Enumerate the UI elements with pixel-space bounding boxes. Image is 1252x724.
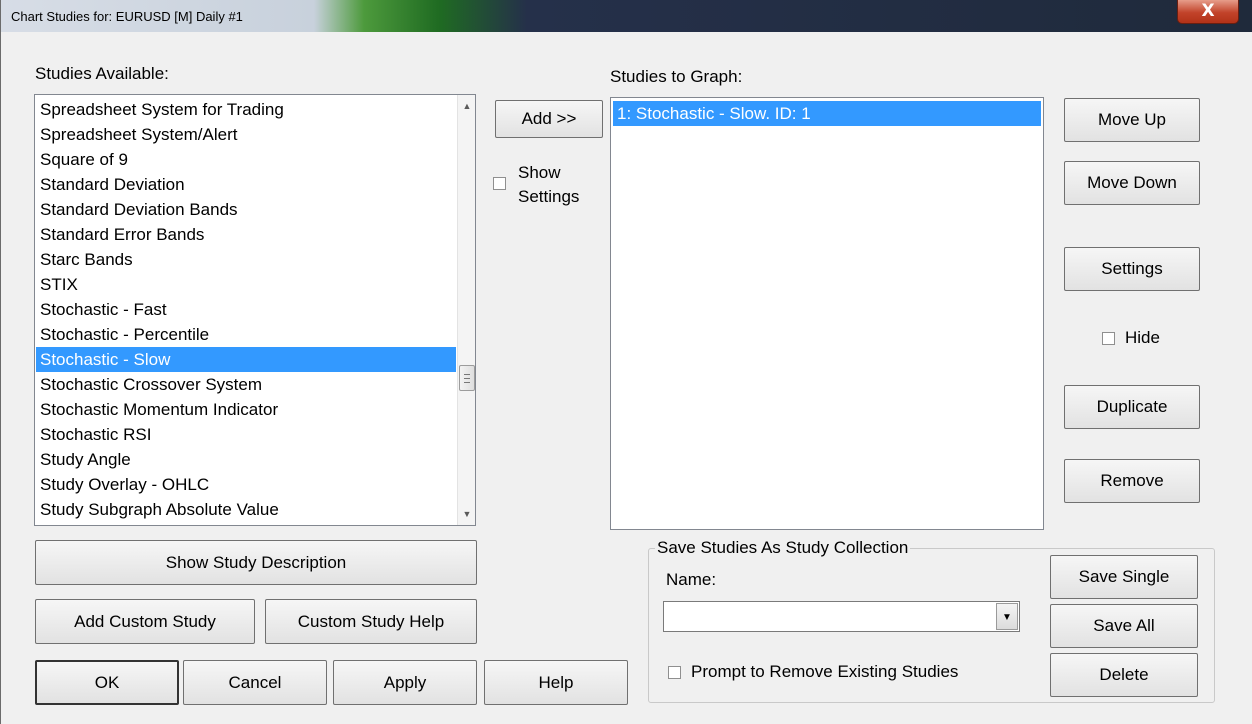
list-item[interactable]: Stochastic RSI — [36, 422, 456, 447]
save-single-button[interactable]: Save Single — [1050, 555, 1198, 599]
window-title: Chart Studies for: EURUSD [M] Daily #1 — [11, 9, 243, 24]
studies-available-scrollbar[interactable]: ▲ ▼ — [457, 95, 475, 525]
list-item[interactable]: 1: Stochastic - Slow. ID: 1 — [613, 101, 1041, 126]
list-item[interactable]: Stochastic Momentum Indicator — [36, 397, 456, 422]
settings-button[interactable]: Settings — [1064, 247, 1200, 291]
list-item[interactable]: Spreadsheet System/Alert — [36, 122, 456, 147]
custom-study-help-button[interactable]: Custom Study Help — [265, 599, 477, 644]
move-down-button[interactable]: Move Down — [1064, 161, 1200, 205]
list-item[interactable]: Square of 9 — [36, 147, 456, 172]
hide-checkbox[interactable] — [1102, 332, 1115, 345]
add-custom-study-button[interactable]: Add Custom Study — [35, 599, 255, 644]
list-item[interactable]: Standard Deviation Bands — [36, 197, 456, 222]
delete-button[interactable]: Delete — [1050, 653, 1198, 697]
close-icon[interactable]: X — [1177, 0, 1239, 24]
add-study-button[interactable]: Add >> — [495, 100, 603, 138]
list-item[interactable]: Stochastic - Fast — [36, 297, 456, 322]
list-item[interactable]: STIX — [36, 272, 456, 297]
ok-button[interactable]: OK — [35, 660, 179, 705]
list-item[interactable]: Starc Bands — [36, 247, 456, 272]
studies-available-list[interactable]: Spreadsheet System for Trading Spreadshee… — [34, 94, 476, 526]
list-item[interactable]: Study Overlay - OHLC — [36, 472, 456, 497]
studies-available-label: Studies Available: — [35, 64, 169, 83]
studies-to-graph-list[interactable]: 1: Stochastic - Slow. ID: 1 — [610, 97, 1044, 530]
prompt-remove-checkbox[interactable] — [668, 666, 681, 679]
show-study-description-button[interactable]: Show Study Description — [35, 540, 477, 585]
collection-name-combobox[interactable]: ▼ — [663, 601, 1020, 632]
chevron-down-icon[interactable]: ▼ — [996, 603, 1018, 630]
list-item[interactable]: Study Angle — [36, 447, 456, 472]
list-item[interactable]: Stochastic - Percentile — [36, 322, 456, 347]
apply-button[interactable]: Apply — [333, 660, 477, 705]
show-settings-label-line1: Show — [518, 163, 561, 182]
list-item[interactable]: Study Subgraph Absolute Value — [36, 497, 456, 522]
studies-to-graph-label: Studies to Graph: — [610, 67, 743, 86]
title-bar[interactable]: Chart Studies for: EURUSD [M] Daily #1 X — [1, 0, 1252, 32]
study-collection-legend: Save Studies As Study Collection — [655, 538, 911, 558]
move-up-button[interactable]: Move Up — [1064, 98, 1200, 142]
list-item[interactable]: Stochastic Crossover System — [36, 372, 456, 397]
scroll-up-arrow-icon[interactable]: ▲ — [458, 97, 475, 115]
scroll-down-arrow-icon[interactable]: ▼ — [458, 505, 475, 523]
show-settings-checkbox[interactable] — [493, 177, 506, 190]
list-item-partial[interactable] — [36, 522, 456, 525]
list-item[interactable]: Standard Deviation — [36, 172, 456, 197]
help-button[interactable]: Help — [484, 660, 628, 705]
list-item[interactable]: Spreadsheet System for Trading — [36, 97, 456, 122]
name-label: Name: — [666, 570, 717, 589]
list-item[interactable]: Standard Error Bands — [36, 222, 456, 247]
cancel-button[interactable]: Cancel — [183, 660, 327, 705]
duplicate-button[interactable]: Duplicate — [1064, 385, 1200, 429]
remove-button[interactable]: Remove — [1064, 459, 1200, 503]
show-settings-label-line2: Settings — [518, 187, 580, 206]
prompt-remove-label: Prompt to Remove Existing Studies — [691, 662, 959, 681]
chart-studies-dialog: Chart Studies for: EURUSD [M] Daily #1 X… — [0, 0, 1252, 724]
scrollbar-thumb[interactable] — [459, 365, 475, 391]
save-all-button[interactable]: Save All — [1050, 604, 1198, 648]
list-item[interactable]: Stochastic - Slow — [36, 347, 456, 372]
hide-label: Hide — [1125, 328, 1160, 347]
